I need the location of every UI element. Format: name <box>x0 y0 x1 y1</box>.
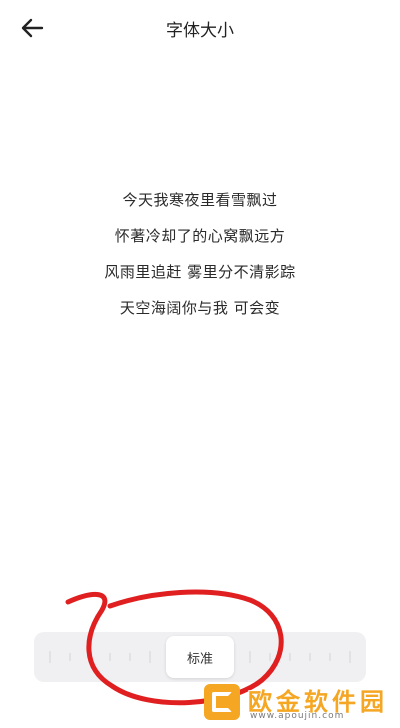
page-title: 字体大小 <box>166 21 234 41</box>
slider-thumb[interactable]: 标准 <box>166 636 234 678</box>
preview-line: 风雨里追赶 雾里分不清影踪 <box>104 263 296 281</box>
preview-line: 今天我寒夜里看雪飘过 <box>122 191 278 209</box>
red-circle-annotation <box>65 589 284 706</box>
watermark-logo-icon <box>204 684 240 720</box>
font-preview-text: 今天我寒夜里看雪飘过 怀著冷却了的心窝飘远方 风雨里追赶 雾里分不清影踪 天空海… <box>0 182 400 326</box>
app-header: 字体大小 <box>0 0 400 56</box>
watermark-url: www.apoujin.com <box>250 711 345 721</box>
preview-line: 天空海阔你与我 可会变 <box>119 299 281 317</box>
font-size-slider[interactable]: 标准 <box>34 632 366 682</box>
watermark: 欧金软件园 www.apoujin.com <box>198 680 398 726</box>
preview-line: 怀著冷却了的心窝飘远方 <box>114 227 286 245</box>
